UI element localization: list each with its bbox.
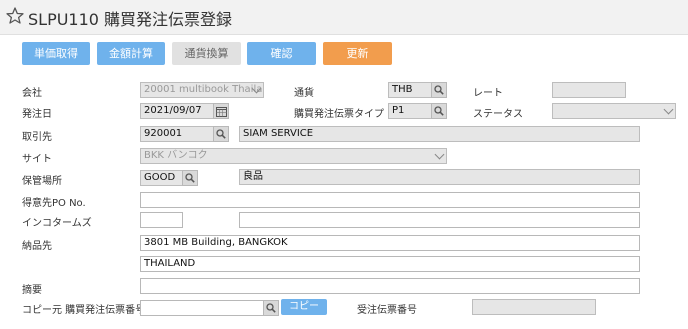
delivery-address-line2[interactable]: THAILAND [140, 256, 640, 272]
summary-input[interactable] [140, 278, 640, 294]
company-select[interactable]: 20001 multibook Thaila [140, 82, 264, 98]
delivery-address-line1[interactable]: 3801 MB Building, BANGKOK [140, 235, 640, 251]
rate-field[interactable] [552, 82, 626, 98]
calendar-button[interactable] [213, 103, 229, 119]
star-icon[interactable] [5, 6, 25, 26]
supplier-label: 取引先 [22, 132, 52, 143]
page-title: SLPU110 購買発注伝票登録 [28, 10, 233, 29]
copy-source-label: コピー元 購買発注伝票番号 [22, 305, 146, 316]
rate-label: レート [473, 88, 503, 99]
amount-calc-button[interactable]: 金額計算 [97, 42, 165, 65]
currency-conversion-button[interactable]: 通貨換算 [172, 42, 241, 65]
incoterms-text-input[interactable] [239, 212, 640, 228]
status-label: ステータス [473, 109, 523, 120]
search-icon [434, 85, 444, 95]
update-button[interactable]: 更新 [323, 42, 392, 65]
po-type-field[interactable]: P1 [388, 103, 432, 119]
storage-label: 保管場所 [22, 176, 62, 187]
search-icon [434, 106, 444, 116]
copy-source-search-button[interactable] [263, 300, 279, 316]
search-icon [185, 173, 195, 183]
copy-button[interactable]: コピー [281, 299, 327, 315]
search-icon [216, 129, 226, 139]
currency-label: 通貨 [294, 88, 314, 99]
chevron-down-icon [663, 104, 674, 115]
storage-name-field: 良品 [239, 169, 640, 185]
status-select[interactable] [552, 103, 676, 119]
site-select[interactable]: BKK バンコク [140, 148, 447, 164]
currency-search-button[interactable] [431, 82, 447, 98]
summary-label: 摘要 [22, 285, 42, 296]
site-value: BKK バンコク [144, 150, 208, 161]
confirm-button[interactable]: 確認 [247, 42, 316, 65]
chevron-down-icon [434, 149, 445, 160]
page-header: SLPU110 購買発注伝票登録 [0, 0, 688, 35]
calendar-icon [216, 107, 227, 117]
unit-price-button[interactable]: 単価取得 [22, 42, 90, 65]
company-value: 20001 multibook Thaila [144, 84, 263, 95]
delivery-label: 納品先 [22, 241, 52, 252]
site-label: サイト [22, 154, 52, 165]
search-icon [266, 303, 276, 313]
company-label: 会社 [22, 88, 42, 99]
customer-po-input[interactable] [140, 192, 640, 208]
po-type-label: 購買発注伝票タイプ [294, 109, 384, 120]
sales-order-no-label: 受注伝票番号 [357, 305, 417, 316]
order-date-label: 発注日 [22, 109, 52, 120]
storage-search-button[interactable] [182, 170, 198, 186]
supplier-code-field[interactable]: 920001 [140, 126, 214, 142]
customer-po-label: 得意先PO No. [22, 198, 86, 209]
supplier-name-field: SIAM SERVICE [239, 126, 640, 142]
order-date-field[interactable]: 2021/09/07 [140, 103, 214, 119]
copy-source-input[interactable] [140, 300, 265, 316]
incoterms-label: インコタームズ [22, 218, 92, 229]
currency-field[interactable]: THB [388, 82, 432, 98]
storage-code-field[interactable]: GOOD [140, 170, 183, 186]
supplier-search-button[interactable] [213, 126, 229, 142]
incoterms-code-input[interactable] [140, 212, 183, 228]
sales-order-no-field [472, 299, 596, 315]
po-type-search-button[interactable] [431, 103, 447, 119]
